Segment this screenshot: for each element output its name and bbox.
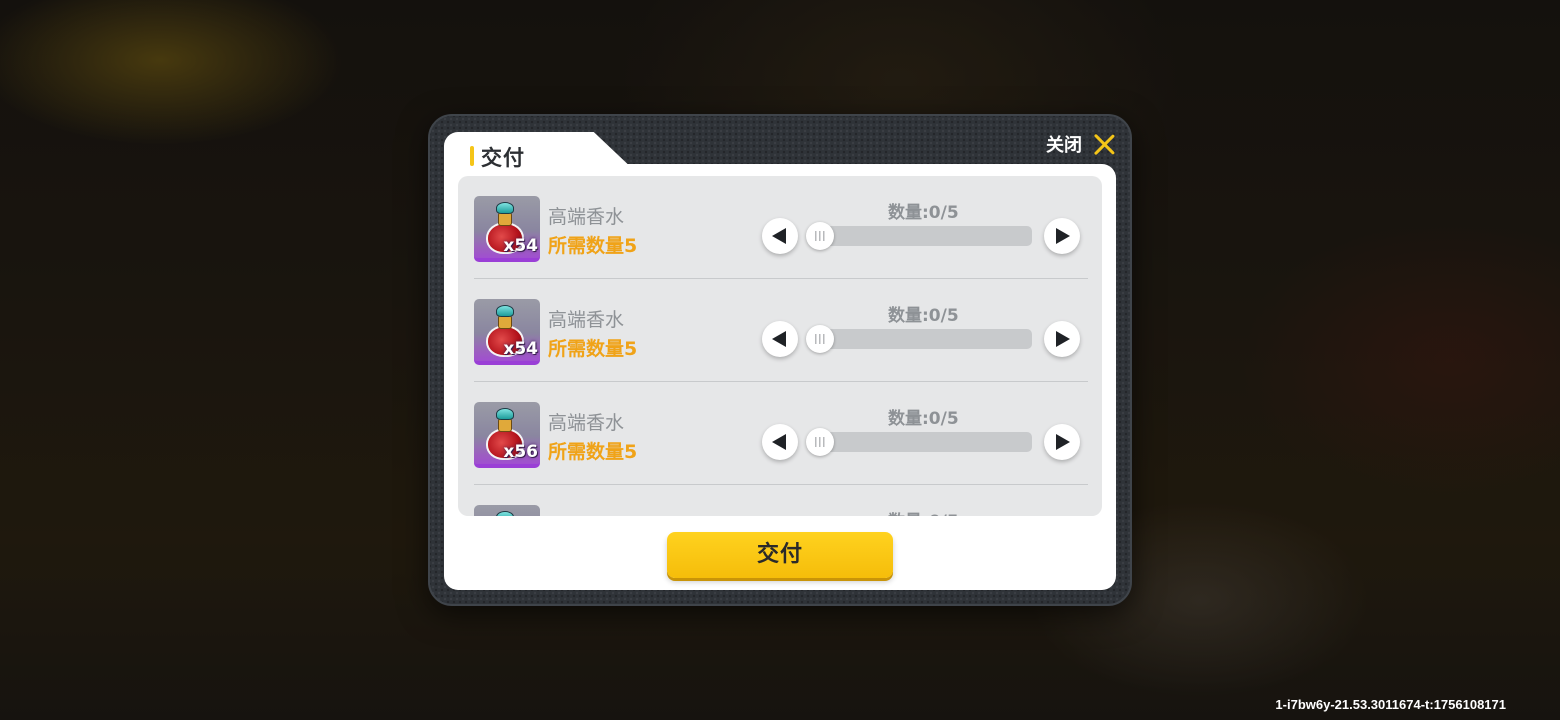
slider-handle[interactable]	[806, 428, 834, 456]
perfume-bottle-icon[interactable]: x54	[474, 196, 540, 262]
list-item: 高端香水 数量:0/5	[474, 485, 1088, 516]
increase-button[interactable]	[1044, 321, 1080, 357]
decrease-button[interactable]	[762, 424, 798, 460]
decrease-button[interactable]	[762, 218, 798, 254]
dialog-title: 交付	[481, 146, 525, 170]
close-label: 关闭	[1046, 135, 1082, 156]
close-icon[interactable]	[1092, 132, 1116, 156]
quantity-label: 数量:0/5	[888, 507, 959, 516]
potion-neck	[498, 418, 512, 432]
quantity-slider[interactable]	[806, 428, 1032, 456]
quantity-label: 数量:0/5	[888, 409, 959, 429]
quantity-slider[interactable]	[806, 222, 1032, 250]
quantity-label: 数量:0/5	[888, 306, 959, 326]
item-name: 高端香水	[548, 412, 625, 434]
perfume-bottle-icon[interactable]: x54	[474, 299, 540, 365]
owned-count: x54	[503, 236, 538, 256]
perfume-bottle-icon[interactable]: x56	[474, 402, 540, 468]
list-item: x54 高端香水 所需数量5 数量:0/5	[474, 279, 1088, 382]
potion-neck	[498, 315, 512, 329]
quantity-label: 数量:0/5	[888, 203, 959, 223]
increase-button[interactable]	[1044, 424, 1080, 460]
slider-handle[interactable]	[806, 222, 834, 250]
potion-cap	[496, 305, 514, 317]
required-quantity: 所需数量5	[548, 235, 638, 257]
submit-button[interactable]: 交付	[667, 532, 893, 578]
delivery-dialog: x54 高端香水 所需数量5 数量:0/5 x54 高端香水 所需数量5 数量:…	[428, 114, 1132, 606]
decrease-button[interactable]	[762, 321, 798, 357]
item-name: 高端香水	[548, 511, 624, 516]
list-item: x54 高端香水 所需数量5 数量:0/5	[474, 176, 1088, 279]
quantity-slider[interactable]	[806, 325, 1032, 353]
required-quantity: 所需数量5	[548, 338, 638, 360]
owned-count: x54	[503, 339, 538, 359]
owned-count: x56	[503, 442, 538, 462]
item-list[interactable]: x54 高端香水 所需数量5 数量:0/5 x54 高端香水 所需数量5 数量:…	[458, 176, 1102, 516]
title-accent-bar	[470, 146, 474, 166]
close-button[interactable]: 关闭	[1046, 128, 1116, 160]
potion-cap	[496, 202, 514, 214]
item-name: 高端香水	[548, 309, 625, 331]
item-name: 高端香水	[548, 206, 625, 228]
list-item: x56 高端香水 所需数量5 数量:0/5	[474, 382, 1088, 485]
perfume-bottle-icon[interactable]	[474, 505, 540, 516]
potion-neck	[498, 212, 512, 226]
increase-button[interactable]	[1044, 218, 1080, 254]
slider-handle[interactable]	[806, 325, 834, 353]
content-panel: x54 高端香水 所需数量5 数量:0/5 x54 高端香水 所需数量5 数量:…	[444, 164, 1116, 590]
build-watermark: 1-i7bw6y-21.53.3011674-t:1756108171	[1275, 697, 1506, 712]
potion-cap	[496, 511, 514, 516]
required-quantity: 所需数量5	[548, 441, 638, 463]
potion-cap	[496, 408, 514, 420]
